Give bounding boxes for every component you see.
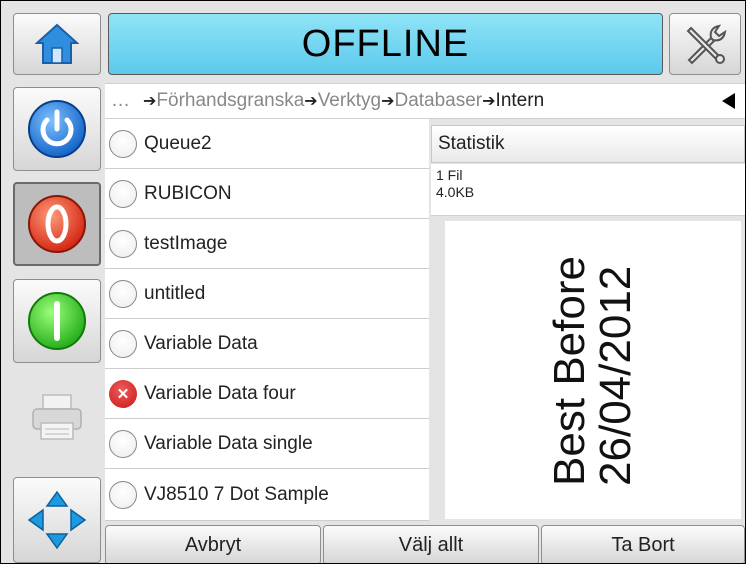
print-button[interactable] xyxy=(13,375,101,459)
navigate-arrows-icon xyxy=(25,488,89,552)
breadcrumb-path: ➔Förhandsgranska➔Verktyg➔Databaser➔Inter… xyxy=(143,90,544,112)
breadcrumb-ellipsis[interactable]: … xyxy=(111,90,130,112)
preview-line: Best Before xyxy=(545,256,594,486)
breadcrumb-separator-icon: ➔ xyxy=(381,93,395,110)
list-item-label: Queue2 xyxy=(144,132,212,154)
stop-button[interactable] xyxy=(13,182,101,266)
breadcrumb-separator-icon: ➔ xyxy=(482,93,496,110)
list-item[interactable]: Variable Data single xyxy=(105,419,429,469)
home-icon xyxy=(35,22,79,66)
radio-button[interactable] xyxy=(109,129,137,158)
power-button[interactable] xyxy=(13,87,101,171)
breadcrumb-item[interactable]: Databaser xyxy=(394,90,482,111)
home-button[interactable] xyxy=(13,13,101,75)
radio-button[interactable] xyxy=(109,480,137,509)
stop-icon xyxy=(26,193,88,255)
breadcrumb-current: Intern xyxy=(495,90,545,111)
list-item-label: untitled xyxy=(144,282,206,304)
statistics-header: Statistik xyxy=(431,125,745,163)
preview-line: 26/04/2012 xyxy=(591,265,640,486)
navigate-button[interactable] xyxy=(13,477,101,563)
message-preview: Best Before 26/04/2012 xyxy=(445,221,741,519)
delete-button[interactable]: Ta Bort xyxy=(541,525,745,563)
list-item[interactable]: ✕ Variable Data four xyxy=(105,369,429,419)
printer-icon xyxy=(29,389,85,445)
cancel-button[interactable]: Avbryt xyxy=(105,525,321,563)
app-window: OFFLINE … ➔Förhandsgranska➔Verktyg➔Datab… xyxy=(0,0,746,564)
list-item[interactable]: VJ8510 7 Dot Sample xyxy=(105,469,429,521)
breadcrumb-item[interactable]: Förhandsgranska xyxy=(156,90,304,111)
breadcrumb-separator-icon: ➔ xyxy=(143,93,157,110)
error-icon[interactable]: ✕ xyxy=(109,379,137,408)
file-size: 4.0KB xyxy=(436,184,475,200)
list-item-label: Variable Data xyxy=(144,332,258,354)
back-triangle-icon[interactable] xyxy=(721,92,737,110)
list-item-label: RUBICON xyxy=(144,182,232,204)
printer-status: OFFLINE xyxy=(108,13,663,75)
tools-button[interactable] xyxy=(669,13,741,75)
statistics-info: 1 Fil 4.0KB xyxy=(431,164,745,216)
radio-button[interactable] xyxy=(109,229,137,258)
radio-button[interactable] xyxy=(109,279,137,308)
select-all-button[interactable]: Välj allt xyxy=(323,525,539,563)
breadcrumb-item[interactable]: Verktyg xyxy=(318,90,381,111)
preview-text: Best Before 26/04/2012 xyxy=(545,256,640,486)
tools-icon xyxy=(681,20,729,68)
breadcrumb: … ➔Förhandsgranska➔Verktyg➔Databaser➔Int… xyxy=(105,83,745,119)
power-icon xyxy=(26,98,88,160)
list-item-label: VJ8510 7 Dot Sample xyxy=(144,483,329,505)
start-icon xyxy=(26,290,88,352)
list-item[interactable]: Queue2 xyxy=(105,119,429,169)
radio-button[interactable] xyxy=(109,179,137,208)
list-item[interactable]: untitled xyxy=(105,269,429,319)
list-item-label: Variable Data four xyxy=(144,382,296,404)
list-item[interactable]: testImage xyxy=(105,219,429,269)
list-item-label: testImage xyxy=(144,232,228,254)
list-item[interactable]: RUBICON xyxy=(105,169,429,219)
file-count: 1 Fil xyxy=(436,167,463,183)
breadcrumb-separator-icon: ➔ xyxy=(304,93,318,110)
list-item-label: Variable Data single xyxy=(144,432,313,454)
start-button[interactable] xyxy=(13,279,101,363)
list-item[interactable]: Variable Data xyxy=(105,319,429,369)
radio-button[interactable] xyxy=(109,429,137,458)
radio-button[interactable] xyxy=(109,329,137,358)
